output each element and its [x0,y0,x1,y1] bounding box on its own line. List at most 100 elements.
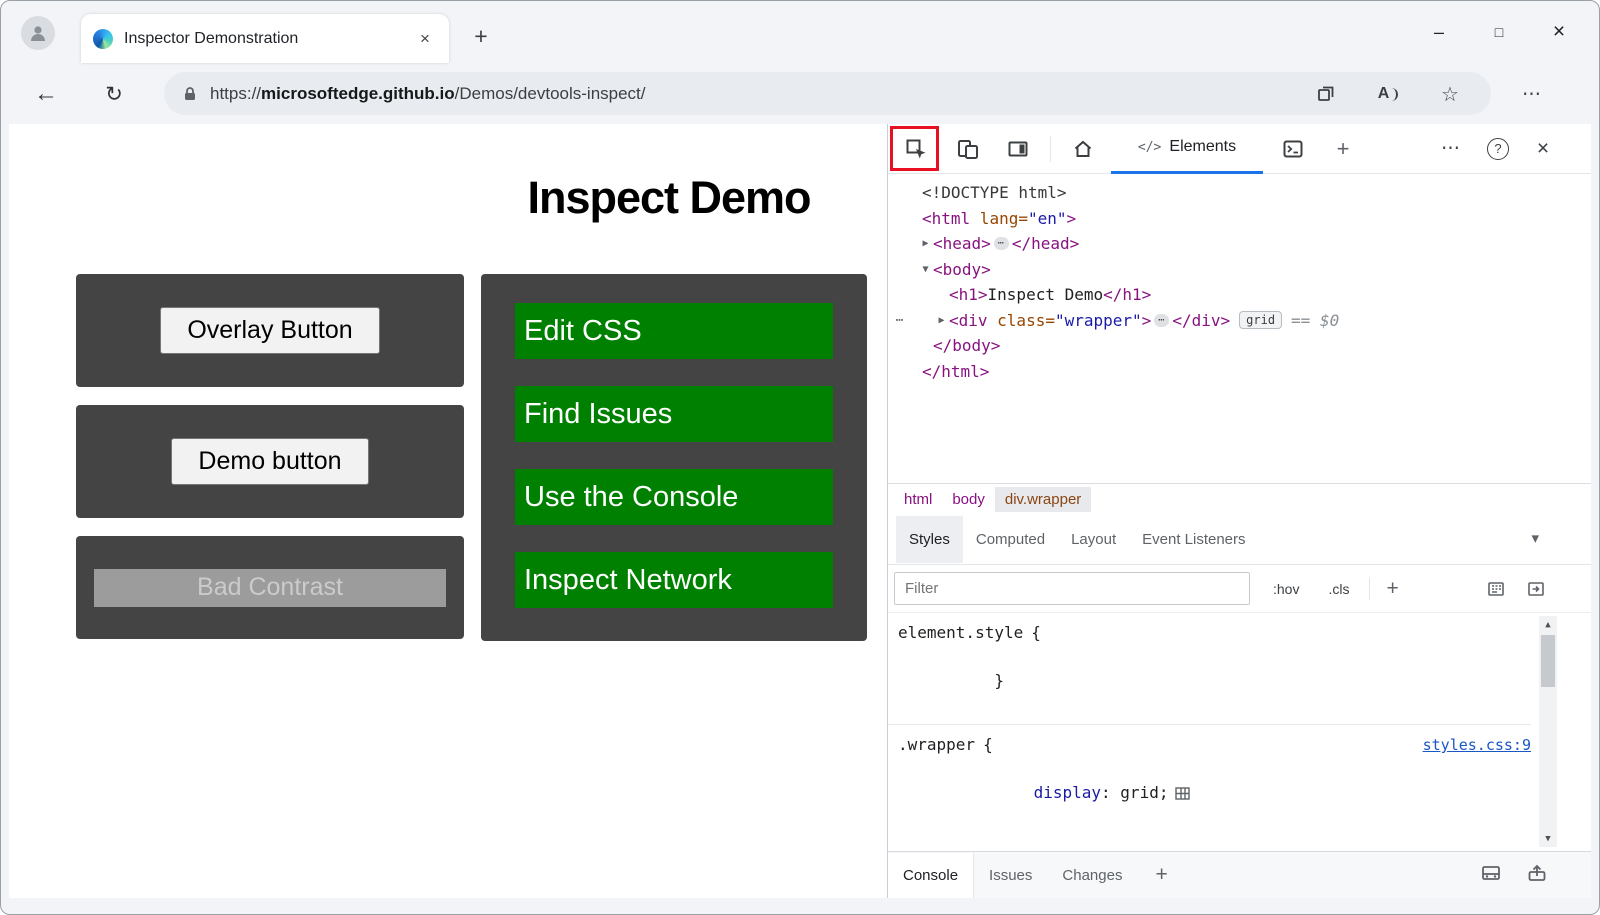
computed-sidebar-toggle-icon[interactable] [1527,580,1545,598]
browser-tab[interactable]: Inspector Demonstration × [81,14,449,63]
console-drawer-icon[interactable] [1279,135,1307,163]
add-devtools-tab-icon[interactable]: + [1329,135,1357,163]
styles-sidebar-tabs: Styles Computed Layout Event Listeners ▾ [888,515,1591,565]
elements-code-icon: </> [1138,140,1161,155]
tab-console[interactable]: Console [888,853,974,898]
window-content: Inspect Demo Overlay Button Demo button … [1,124,1599,914]
favorites-star-icon[interactable]: ☆ [1437,81,1463,107]
window-close-button[interactable]: × [1529,15,1589,49]
styles-filter-bar: :hov .cls + [888,565,1591,613]
help-icon[interactable]: ? [1487,138,1509,160]
tag-token: </div> [1172,308,1230,334]
console-sidebar-icon[interactable] [1481,864,1501,886]
add-drawer-tab-icon[interactable]: + [1155,863,1167,887]
breadcrumb-html[interactable]: html [894,487,942,512]
breadcrumb-div-wrapper[interactable]: div.wrapper [995,487,1091,512]
scrollbar-thumb[interactable] [1541,635,1555,687]
expand-arrow-icon[interactable]: ▶ [934,308,949,334]
open-brace: { [983,733,993,757]
expand-drawer-icon[interactable] [1527,864,1547,886]
profile-avatar[interactable] [21,16,55,50]
collapse-arrow-icon[interactable]: ▼ [918,257,933,283]
scroll-down-icon[interactable]: ▼ [1539,830,1557,847]
tag-token: </body> [933,333,1000,359]
dom-node-doctype[interactable]: <!DOCTYPE html> [888,180,1591,206]
devtools-close-icon[interactable]: × [1529,135,1557,163]
read-aloud-icon[interactable]: A [1375,81,1401,107]
tab-issues[interactable]: Issues [974,853,1047,898]
address-bar[interactable]: https://microsoftedge.github.io/Demos/de… [164,72,1491,115]
devtools-panel: </> Elements + ⋯ ? × <!DOCTYPE html> <ht… [887,124,1591,898]
maximize-button[interactable]: □ [1469,15,1529,49]
breadcrumb-body[interactable]: body [942,487,995,512]
filter-input[interactable] [894,572,1250,605]
collections-icon[interactable] [1313,81,1339,107]
settings-more-icon[interactable]: ⋯ [1519,81,1545,107]
stylesheet-source-link[interactable]: styles.css:9 [1423,733,1531,757]
minimize-button[interactable]: – [1409,15,1469,49]
css-properties: display: grid; grid-gap: ▶10px; grid-tem… [898,760,1531,851]
tab-computed[interactable]: Computed [963,516,1058,563]
property-name: display [1034,783,1101,802]
tag-token: <body> [933,257,991,283]
more-options-icon[interactable]: ⋯ [1437,135,1465,163]
new-tab-button[interactable]: + [467,23,495,50]
open-brace: { [1031,621,1041,645]
dock-side-icon[interactable] [1004,135,1032,163]
tab-layout[interactable]: Layout [1058,516,1129,563]
attr-value-token: "en" [1028,206,1067,232]
wrapper-rule-header[interactable]: .wrapper{ styles.css:9 [898,733,1531,757]
font-editor-glyph-icon [1487,580,1505,598]
dom-node-body-close[interactable]: </body> [888,333,1591,359]
device-emulation-icon[interactable] [954,135,982,163]
tab-changes[interactable]: Changes [1047,853,1137,898]
home-icon[interactable] [1069,135,1097,163]
annotation-highlight [890,126,939,171]
element-style-rule[interactable]: element.style{ [898,621,1531,645]
bad-contrast-button[interactable]: Bad Contrast [94,569,446,607]
back-icon[interactable]: ← [29,77,63,111]
tag-token: > [1067,206,1077,232]
filter-right-icons [1465,580,1591,598]
collapsed-content-icon[interactable]: ⋯ [1154,314,1169,327]
grid-badge[interactable]: grid [1239,311,1282,329]
dom-node-h1[interactable]: <h1>Inspect Demo</h1> [888,282,1591,308]
tab-elements[interactable]: </> Elements [1111,124,1263,174]
element-class-button[interactable]: .cls [1322,578,1355,600]
collapsed-content-icon[interactable]: ⋯ [994,237,1009,250]
scrollbar[interactable]: ▲ ▼ [1539,616,1557,847]
web-page: Inspect Demo Overlay Button Demo button … [9,124,887,898]
grid-editor-icon[interactable] [1175,784,1190,806]
tab-close-icon[interactable]: × [413,27,437,51]
find-issues-link[interactable]: Find Issues [515,386,833,442]
tab-styles[interactable]: Styles [896,516,963,563]
tab-event-listeners[interactable]: Event Listeners [1129,516,1258,563]
overlay-button[interactable]: Overlay Button [160,307,379,354]
drawer-bar: Console Issues Changes + [888,851,1591,898]
pseudo-state-button[interactable]: :hov [1267,578,1305,600]
tag-token: </html> [922,359,989,385]
dom-node-html-close[interactable]: </html> [888,359,1591,385]
dom-node-body[interactable]: ▼<body> [888,257,1591,283]
dom-tree: <!DOCTYPE html> <html lang="en"> ▶<head>… [888,174,1591,483]
scrollbar-track[interactable] [1539,633,1557,830]
dom-node-html-open[interactable]: <html lang="en"> [888,206,1591,232]
toolbar-divider [1050,136,1051,162]
refresh-icon[interactable]: ↻ [97,77,131,111]
css-property-grid-gap[interactable]: grid-gap: ▶10px; [918,827,1531,851]
inspect-network-link[interactable]: Inspect Network [515,552,833,608]
new-style-rule-button[interactable]: + [1386,577,1398,601]
expand-arrow-icon[interactable]: ▶ [918,231,933,257]
dom-node-div-wrapper[interactable]: ⋯▶<div class="wrapper">⋯</div>grid== $0 [888,308,1591,334]
use-console-link[interactable]: Use the Console [515,469,833,525]
chevron-down-icon[interactable]: ▾ [1531,529,1539,547]
scroll-up-icon[interactable]: ▲ [1539,616,1557,633]
edit-css-link[interactable]: Edit CSS [515,303,833,359]
font-editor-icon[interactable] [1487,580,1505,598]
colon: : [1101,783,1120,802]
node-more-actions-icon[interactable]: ⋯ [892,308,907,334]
close-brace: } [994,671,1004,690]
demo-button[interactable]: Demo button [171,438,368,485]
css-property-display[interactable]: display: grid; [918,760,1531,827]
dom-node-head[interactable]: ▶<head>⋯</head> [888,231,1591,257]
